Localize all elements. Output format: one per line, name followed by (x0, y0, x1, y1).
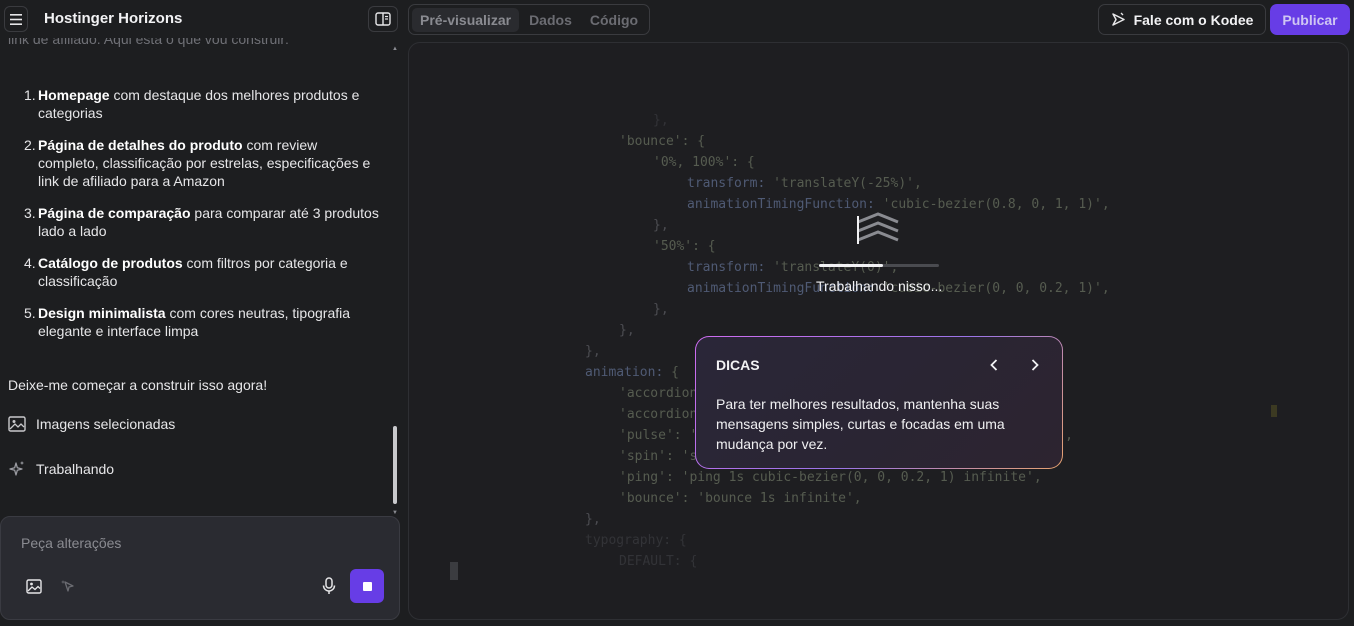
voice-input-button[interactable] (318, 575, 340, 597)
menu-button[interactable] (4, 6, 28, 32)
scroll-up-arrow[interactable]: ▲ (391, 46, 399, 52)
code-line: typography: { (585, 533, 687, 548)
code-line: }, (585, 344, 601, 359)
next-tip-button[interactable] (1026, 355, 1044, 375)
toggle-panel-button[interactable] (368, 6, 398, 32)
attach-image-button[interactable] (23, 575, 45, 597)
chevron-right-icon (1031, 359, 1039, 371)
code-line: animation: { (585, 365, 679, 380)
list-item: 4. Catálogo de produtos com filtros por c… (24, 255, 348, 289)
talk-to-kodee-button[interactable]: Fale com o Kodee (1098, 4, 1266, 35)
selected-images-label: Imagens selecionadas (36, 416, 176, 432)
select-element-button[interactable] (57, 575, 79, 597)
tips-title: DICAS (716, 357, 760, 373)
kodee-icon (1111, 12, 1125, 26)
prompt-input[interactable] (21, 535, 381, 551)
list-item: 2. Página de detalhes do produto com revi… (24, 137, 371, 189)
publish-button[interactable]: Publicar (1270, 4, 1350, 35)
feature-list: 1. Homepage com destaque dos melhores pro… (8, 86, 380, 354)
working-status-row: Trabalhando (8, 460, 114, 478)
list-item: 3. Página de comparação para comparar até… (24, 205, 379, 239)
chat-panel: link de afiliado. Aqui está o que vou co… (0, 38, 400, 516)
code-line: }, (585, 512, 601, 527)
working-label: Trabalhando (36, 461, 115, 477)
loading-text: Trabalhando nisso... (816, 278, 943, 294)
kodee-label: Fale com o Kodee (1133, 11, 1254, 28)
scroll-down-arrow[interactable]: ▼ (391, 510, 399, 516)
stop-icon (362, 581, 372, 591)
closing-message: Deixe-me começar a construir isso agora! (8, 377, 268, 393)
tab-data[interactable]: Dados (521, 8, 580, 32)
message-composer (0, 516, 400, 620)
selected-images-row[interactable]: Imagens selecionadas (8, 416, 175, 432)
microphone-icon (322, 577, 336, 594)
book-panel-icon (375, 12, 391, 26)
image-icon (8, 416, 26, 432)
code-line: 'bounce': 'bounce 1s infinite', (619, 491, 862, 506)
loading-progress-bar (819, 264, 939, 267)
select-sparkle-icon (61, 580, 74, 592)
tab-preview[interactable]: Pré-visualizar (412, 7, 520, 32)
list-item: 5. Design minimalista com cores neutras, … (24, 305, 351, 339)
tab-code[interactable]: Código (582, 8, 646, 32)
image-icon (26, 578, 42, 594)
app-title: Hostinger Horizons (44, 10, 183, 27)
stack-logo-icon (857, 212, 899, 244)
view-tabs: Pré-visualizar Dados Código (408, 4, 651, 35)
chat-scrollbar[interactable]: ▲ ▼ (391, 46, 399, 516)
scroll-thumb[interactable] (393, 426, 397, 504)
loading-progress-fill (819, 264, 883, 267)
chevron-left-icon (990, 359, 998, 371)
stop-generation-button[interactable] (350, 569, 384, 603)
code-line: DEFAULT: { (619, 554, 698, 569)
message-truncated-line: link de afiliado. Aqui está o que vou co… (8, 38, 289, 47)
previous-tip-button[interactable] (985, 355, 1003, 375)
tips-card: DICAS Para ter melhores resultados, mant… (695, 336, 1063, 469)
tips-text: Para ter melhores resultados, mantenha s… (716, 396, 1005, 452)
editor-cursor (450, 562, 458, 580)
code-line: 'ping': 'ping 1s cubic-bezier(0, 0, 0.2,… (619, 470, 1042, 485)
loading-overlay: Trabalhando nisso... (408, 42, 1349, 342)
top-bar: Hostinger Horizons Pré-visualizar Dados … (0, 0, 1354, 38)
tips-card-body: DICAS Para ter melhores resultados, mant… (696, 337, 1062, 468)
scroll-marker (1271, 405, 1277, 417)
list-item: 1. Homepage com destaque dos melhores pro… (24, 87, 360, 121)
hamburger-icon (10, 13, 22, 25)
sparkle-icon (9, 461, 24, 476)
